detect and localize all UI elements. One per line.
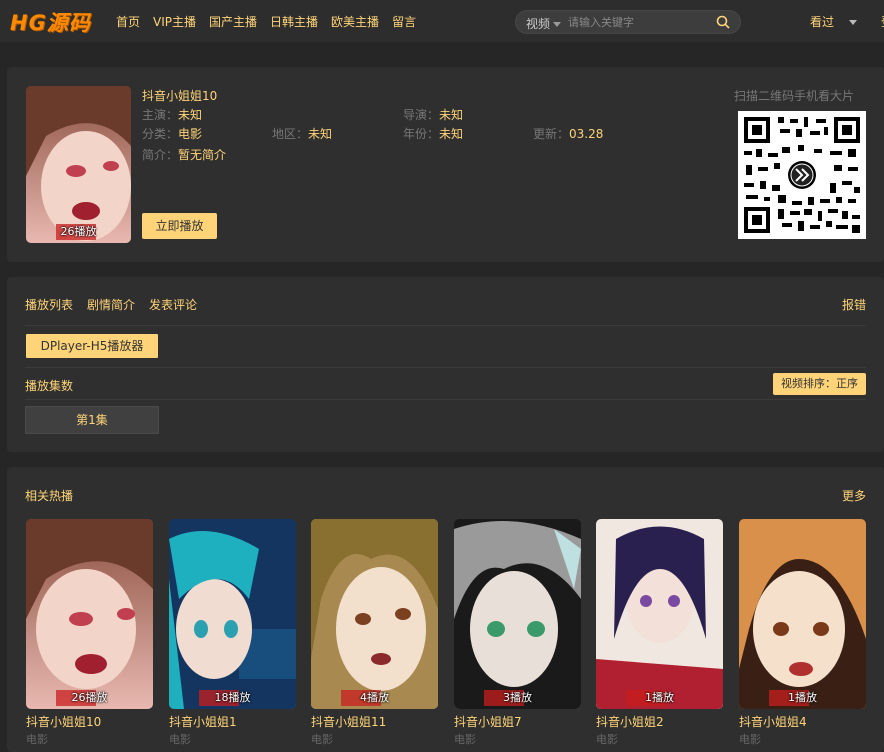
play-count: 18播放: [214, 691, 251, 704]
related-type: 电影: [596, 733, 618, 746]
episode-button[interactable]: 第1集: [25, 406, 159, 434]
category-field: 分类：电影: [142, 125, 202, 142]
related-title-link[interactable]: 抖音小姐姐2: [596, 713, 664, 730]
poster-image: [454, 519, 581, 709]
player-source-button[interactable]: DPlayer-H5播放器: [26, 334, 158, 358]
related-title-link[interactable]: 抖音小姐姐10: [26, 713, 101, 730]
region-field: 地区：未知: [272, 125, 332, 142]
region-value: 未知: [308, 127, 333, 141]
report-link[interactable]: 报错: [842, 296, 866, 313]
detail-tabs: 播放列表 剧情简介 发表评论: [25, 296, 211, 313]
nav-vip[interactable]: VIP主播: [153, 13, 196, 30]
tab-playlist[interactable]: 播放列表: [25, 296, 73, 313]
year-value: 未知: [439, 127, 464, 141]
chevron-down-icon: [849, 20, 858, 25]
qr-caption: 扫描二维码手机看大片: [734, 89, 855, 103]
intro-field: 简介：暂无简介: [142, 146, 226, 163]
update-field: 更新：03.28: [533, 125, 603, 142]
chevron-down-icon: [553, 22, 562, 27]
update-value: 03.28: [569, 127, 604, 141]
divider: [25, 367, 866, 368]
related-poster[interactable]: 26播放: [26, 519, 153, 709]
related-poster[interactable]: 1播放: [596, 519, 723, 709]
play-count: 4播放: [360, 691, 389, 704]
region-label: 地区：: [272, 127, 309, 141]
detail-poster[interactable]: 26播放: [26, 86, 131, 243]
nav-message[interactable]: 留言: [392, 13, 416, 30]
related-title-link[interactable]: 抖音小姐姐4: [739, 713, 807, 730]
related-type: 电影: [739, 733, 761, 746]
update-label: 更新：: [533, 127, 570, 141]
divider: [25, 325, 866, 326]
qr-code-image: [744, 117, 860, 233]
related-title-link[interactable]: 抖音小姐姐1: [169, 713, 237, 730]
search-type-label: 视频: [526, 17, 551, 31]
intro-label: 简介：: [142, 148, 179, 162]
nav-japan-korea[interactable]: 日韩主播: [270, 13, 318, 30]
tab-synopsis[interactable]: 剧情简介: [87, 296, 135, 313]
play-count: 3播放: [503, 691, 532, 704]
search-icon[interactable]: [716, 15, 730, 29]
main-nav: 首页 VIP主播 国产主播 日韩主播 欧美主播 留言: [116, 13, 429, 30]
header-user-area: 看过 登录: [810, 13, 884, 30]
category-label: 分类：: [142, 127, 179, 141]
related-poster[interactable]: 3播放: [454, 519, 581, 709]
divider: [25, 399, 866, 400]
poster-image: [26, 519, 153, 709]
year-field: 年份：未知: [403, 125, 463, 142]
episodes-label: 播放集数: [25, 379, 74, 393]
qr-code-icon: [738, 111, 866, 239]
actor-field: 主演：未知: [142, 106, 202, 123]
sort-order-button[interactable]: 视频排序：正序: [773, 373, 866, 395]
tab-comments[interactable]: 发表评论: [149, 296, 197, 313]
category-value[interactable]: 电影: [178, 127, 202, 141]
actor-value: 未知: [178, 108, 203, 122]
history-label: 看过: [810, 15, 835, 29]
related-poster[interactable]: 4播放: [311, 519, 438, 709]
more-link[interactable]: 更多: [842, 487, 866, 504]
nav-domestic[interactable]: 国产主播: [209, 13, 257, 30]
related-poster[interactable]: 1播放: [739, 519, 866, 709]
search-bar: 视频: [515, 10, 741, 34]
related-type: 电影: [454, 733, 476, 746]
nav-home[interactable]: 首页: [116, 13, 140, 30]
video-title: 抖音小姐姐10: [142, 89, 218, 103]
related-title-link[interactable]: 抖音小姐姐11: [311, 713, 386, 730]
related-type: 电影: [169, 733, 191, 746]
play-count: 26播放: [60, 225, 97, 238]
search-type-select[interactable]: 视频: [526, 15, 562, 32]
intro-value: 暂无简介: [178, 148, 227, 162]
director-label: 导演：: [403, 108, 440, 122]
history-menu[interactable]: 看过: [810, 13, 869, 30]
director-field: 导演：未知: [403, 106, 463, 123]
related-title: 相关热播: [25, 489, 74, 503]
poster-image: [311, 519, 438, 709]
actor-label: 主演：: [142, 108, 179, 122]
playlist-panel: 播放列表 剧情简介 发表评论 报错 DPlayer-H5播放器 播放集数 视频排…: [7, 277, 884, 452]
director-value: 未知: [439, 108, 464, 122]
site-logo[interactable]: HG源码: [10, 7, 91, 37]
poster-image: [596, 519, 723, 709]
play-now-button[interactable]: 立即播放: [142, 213, 217, 239]
poster-image: [739, 519, 866, 709]
play-count: 1播放: [645, 691, 674, 704]
nav-western[interactable]: 欧美主播: [331, 13, 379, 30]
related-poster[interactable]: 18播放: [169, 519, 296, 709]
play-count: 1播放: [788, 691, 817, 704]
year-label: 年份：: [403, 127, 440, 141]
related-type: 电影: [311, 733, 333, 746]
related-type: 电影: [26, 733, 48, 746]
poster-image: [26, 86, 131, 243]
related-title-link[interactable]: 抖音小姐姐7: [454, 713, 522, 730]
poster-image: [169, 519, 296, 709]
top-header: HG源码 首页 VIP主播 国产主播 日韩主播 欧美主播 留言 视频 看过 登录: [0, 0, 884, 42]
related-panel: 相关热播 更多 26播放抖音小姐姐10 电影 18播放抖音小姐姐1 电影 4播放抖音小姐…: [7, 467, 884, 752]
play-count: 26播放: [71, 691, 108, 704]
video-detail-panel: 26播放 抖音小姐姐10 主演：未知 导演：未知 分类：电影 地区：未知 年份：…: [7, 67, 884, 262]
search-input[interactable]: [568, 13, 708, 31]
